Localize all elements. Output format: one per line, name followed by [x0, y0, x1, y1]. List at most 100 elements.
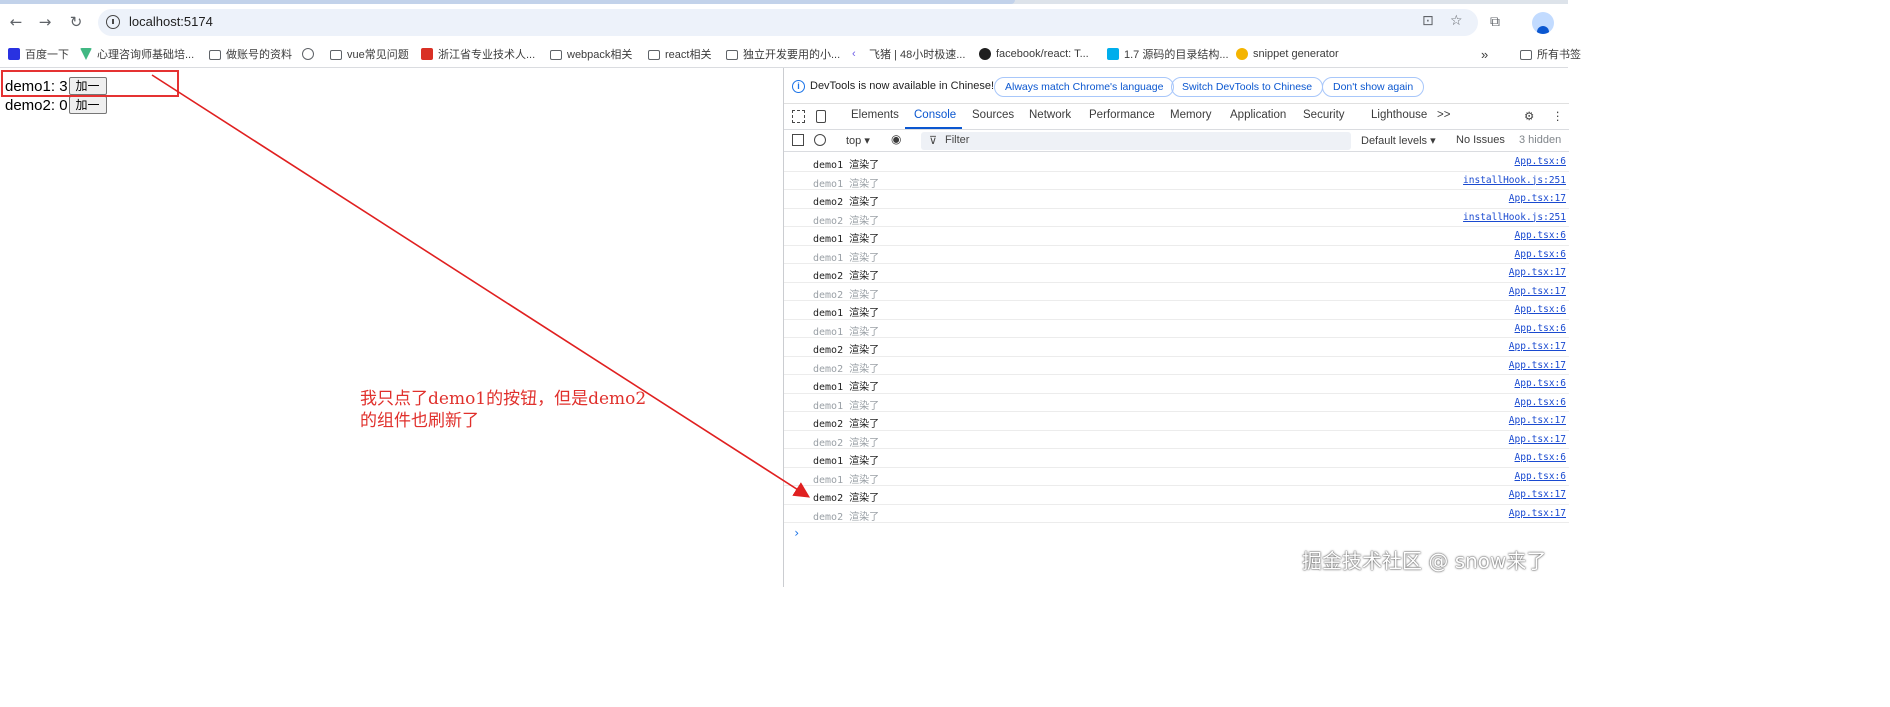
default-levels-dropdown[interactable]: Default levels ▾	[1361, 134, 1436, 147]
tab-elements[interactable]: Elements	[851, 109, 899, 121]
log-source-link[interactable]: App.tsx:6	[1515, 230, 1566, 241]
watermark: 掘金技术社区 @ snow来了	[1302, 549, 1547, 573]
reload-icon[interactable]: ↻	[66, 12, 86, 32]
tab-security[interactable]: Security	[1303, 109, 1345, 121]
bookmark-item[interactable]: 浙江省专业技术人...	[421, 46, 535, 62]
extensions-icon[interactable]: ⧉	[1490, 14, 1500, 30]
snippet-icon	[1236, 48, 1248, 60]
log-source-link[interactable]: App.tsx:17	[1509, 434, 1566, 445]
infobar-message: DevTools is now available in Chinese!	[810, 80, 995, 92]
context-label: top	[846, 135, 862, 147]
log-message: demo2 渲染了	[813, 215, 880, 227]
forward-icon[interactable]: →	[35, 12, 55, 32]
sidebar-toggle-icon[interactable]	[792, 134, 804, 146]
tab-memory[interactable]: Memory	[1170, 109, 1212, 121]
log-source-link[interactable]: App.tsx:17	[1509, 193, 1566, 204]
log-source-link[interactable]: installHook.js:251	[1463, 175, 1566, 186]
console-log-row: demo1 渲染了 App.tsx:6	[784, 227, 1569, 246]
console-log-row: demo2 渲染了 App.tsx:17	[784, 505, 1569, 523]
address-bar[interactable]: localhost:5174 ⊡ ☆	[98, 9, 1478, 36]
bookmark-item[interactable]: 1.7 源码的目录结构...	[1107, 46, 1229, 62]
console-log-row: demo2 渲染了 App.tsx:17	[784, 264, 1569, 283]
tab-performance[interactable]: Performance	[1089, 109, 1155, 121]
tab-lighthouse[interactable]: Lighthouse	[1371, 109, 1427, 121]
log-message: demo1 渲染了	[813, 308, 880, 319]
log-source-link[interactable]: App.tsx:6	[1515, 323, 1566, 334]
console-log-row: demo2 渲染了 App.tsx:17	[784, 190, 1569, 209]
log-source-link[interactable]: App.tsx:6	[1515, 304, 1566, 315]
log-source-link[interactable]: App.tsx:6	[1515, 156, 1566, 167]
bookmark-folder[interactable]: react相关	[648, 46, 711, 62]
log-source-link[interactable]: App.tsx:17	[1509, 267, 1566, 278]
profile-avatar[interactable]	[1532, 12, 1554, 34]
log-source-link[interactable]: App.tsx:17	[1509, 286, 1566, 297]
all-bookmarks-folder[interactable]: 所有书签	[1520, 46, 1581, 62]
console-log-row: demo1 渲染了 App.tsx:6	[784, 449, 1569, 468]
bookmark-item[interactable]: facebook/react: T...	[979, 46, 1089, 62]
bookmark-star-icon[interactable]: ☆	[1450, 13, 1463, 29]
folder-icon	[330, 50, 342, 60]
log-source-link[interactable]: App.tsx:17	[1509, 489, 1566, 500]
back-icon[interactable]: ←	[6, 12, 26, 32]
bookmark-item[interactable]: snippet generator	[1236, 46, 1339, 62]
log-source-link[interactable]: App.tsx:17	[1509, 415, 1566, 426]
devtools-panel: i DevTools is now available in Chinese! …	[783, 68, 1569, 587]
filter-icon: ⊽	[929, 135, 938, 147]
bookmark-item[interactable]: 心理咨询师基础培...	[80, 46, 194, 62]
hidden-count: 3 hidden	[1519, 134, 1562, 146]
bookmark-item[interactable]	[302, 46, 319, 62]
context-selector[interactable]: top ▾	[846, 134, 870, 147]
folder-icon	[550, 50, 562, 60]
browser-toolbar: ← → ↻ localhost:5174 ⊡ ☆ ⧉	[0, 4, 1568, 40]
inspect-element-icon[interactable]	[792, 110, 805, 123]
console-log-row: demo2 渲染了 App.tsx:17	[784, 338, 1569, 357]
bookmark-folder[interactable]: webpack相关	[550, 46, 632, 62]
bookmark-item[interactable]: 百度一下	[8, 46, 69, 62]
log-source-link[interactable]: App.tsx:17	[1509, 508, 1566, 519]
more-tabs-icon[interactable]: >>	[1437, 109, 1450, 121]
log-message: demo1 渲染了	[813, 400, 880, 412]
default-levels-label: Default levels	[1361, 135, 1428, 147]
translate-icon[interactable]: ⊡	[1422, 13, 1434, 29]
bookmark-folder[interactable]: 独立开发要用的小...	[726, 46, 840, 62]
log-message: demo1 渲染了	[813, 252, 880, 264]
bookmarks-overflow-icon[interactable]: »	[1481, 46, 1488, 62]
dont-show-again-button[interactable]: Don't show again	[1322, 77, 1425, 97]
log-message: demo1 渲染了	[813, 474, 880, 486]
settings-gear-icon[interactable]: ⚙	[1524, 109, 1534, 123]
log-source-link[interactable]: App.tsx:6	[1515, 471, 1566, 482]
bookmark-folder[interactable]: 做账号的资料	[209, 46, 292, 62]
tab-console[interactable]: Console	[914, 109, 956, 121]
console-log-row: demo1 渲染了 App.tsx:6	[784, 153, 1569, 172]
site-info-icon[interactable]	[106, 15, 120, 29]
bookmark-item[interactable]: ‹ 飞猪 | 48小时极速...	[852, 46, 965, 62]
log-source-link[interactable]: App.tsx:17	[1509, 360, 1566, 371]
tab-sources[interactable]: Sources	[972, 109, 1014, 121]
tab-network[interactable]: Network	[1029, 109, 1071, 121]
device-toolbar-icon[interactable]	[816, 110, 826, 123]
bookmark-folder[interactable]: vue常见问题	[330, 46, 409, 62]
log-source-link[interactable]: App.tsx:17	[1509, 341, 1566, 352]
log-source-link[interactable]: App.tsx:6	[1515, 249, 1566, 260]
kebab-menu-icon[interactable]: ⋮	[1552, 109, 1564, 123]
bilibili-icon	[1107, 48, 1119, 60]
eye-icon[interactable]: ◉	[891, 132, 901, 146]
url-text[interactable]: localhost:5174	[129, 14, 213, 29]
log-source-link[interactable]: App.tsx:6	[1515, 378, 1566, 389]
tab-application[interactable]: Application	[1230, 109, 1286, 121]
issues-count[interactable]: No Issues	[1456, 134, 1505, 146]
console-log-row: demo1 渲染了 App.tsx:6	[784, 301, 1569, 320]
demo2-label: demo2: 0	[5, 96, 68, 114]
demo2-add-button[interactable]: 加一	[68, 96, 107, 114]
console-prompt[interactable]: ›	[793, 526, 800, 540]
demo2-row: demo2: 0 加一	[5, 96, 107, 114]
filter-input[interactable]: ⊽ Filter	[921, 132, 1351, 150]
clear-console-icon[interactable]	[814, 134, 826, 146]
match-language-button[interactable]: Always match Chrome's language	[994, 77, 1175, 97]
log-message: demo2 渲染了	[813, 289, 880, 301]
log-source-link[interactable]: App.tsx:6	[1515, 397, 1566, 408]
log-source-link[interactable]: App.tsx:6	[1515, 452, 1566, 463]
log-source-link[interactable]: installHook.js:251	[1463, 212, 1566, 223]
annotation-line-1: 我只点了demo1的按钮，但是demo2	[360, 389, 647, 409]
switch-chinese-button[interactable]: Switch DevTools to Chinese	[1171, 77, 1324, 97]
